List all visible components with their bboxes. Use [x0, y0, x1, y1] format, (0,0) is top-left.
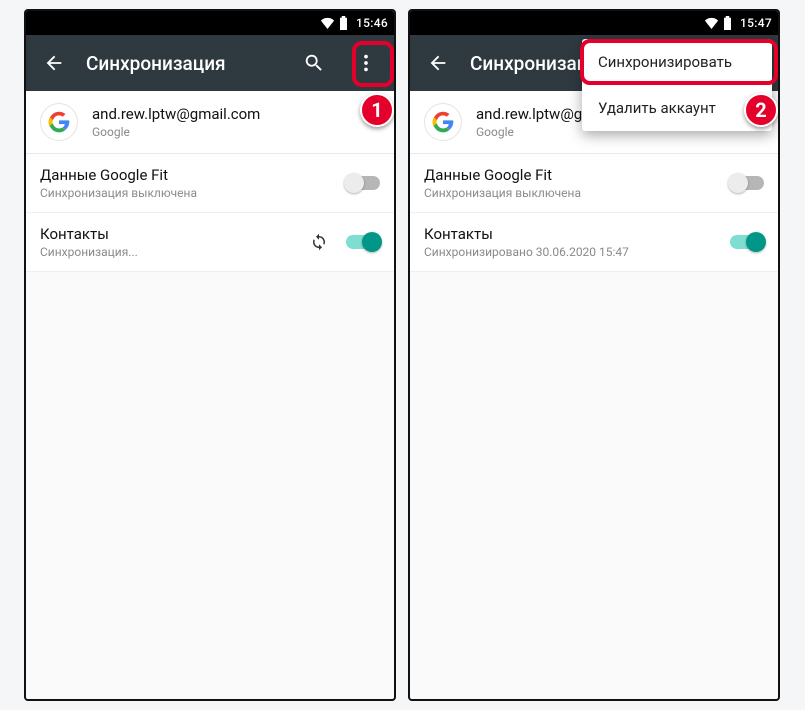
status-time: 15:47	[740, 16, 772, 30]
sync-item-title: Данные Google Fit	[40, 166, 336, 184]
sync-toggle[interactable]	[346, 235, 380, 249]
phone-screenshot-left: 15:46 Синхронизация and.rew.lptw@gmail.c…	[24, 9, 396, 701]
back-button[interactable]	[418, 43, 458, 83]
wifi-icon	[704, 17, 719, 29]
sync-item-sub: Синхронизация выключена	[40, 186, 336, 200]
sync-item-contacts[interactable]: Контакты Синхронизировано 30.06.2020 15:…	[410, 213, 778, 272]
sync-item-sub: Синхронизация выключена	[424, 186, 720, 200]
annotation-badge-2: 2	[744, 93, 778, 127]
status-time: 15:46	[356, 16, 388, 30]
sync-item-title: Контакты	[40, 225, 300, 243]
search-button[interactable]	[294, 43, 334, 83]
status-bar: 15:47	[410, 11, 778, 35]
annotation-badge-1: 1	[360, 93, 394, 127]
phone-screenshot-right: 15:47 Синхронизация and.rew.lptw@gmail.c…	[408, 9, 780, 701]
menu-item-sync-now[interactable]: Синхронизировать	[582, 39, 772, 85]
back-button[interactable]	[34, 43, 74, 83]
sync-in-progress-icon	[310, 233, 328, 251]
overflow-menu-button[interactable]	[346, 43, 386, 83]
google-logo-icon	[40, 103, 78, 141]
app-bar: Синхронизация	[26, 35, 394, 91]
sync-item-sub: Синхронизация...	[40, 245, 300, 259]
sync-toggle[interactable]	[346, 176, 380, 190]
overflow-popup-menu: Синхронизировать Удалить аккаунт	[582, 39, 772, 131]
sync-toggle[interactable]	[730, 176, 764, 190]
sync-item-sub: Синхронизировано 30.06.2020 15:47	[424, 245, 720, 259]
account-header[interactable]: and.rew.lptw@gmail.com Google	[26, 91, 394, 154]
sync-item-title: Данные Google Fit	[424, 166, 720, 184]
battery-icon	[723, 16, 732, 30]
account-email: and.rew.lptw@gmail.com	[92, 105, 260, 123]
sync-item-google-fit[interactable]: Данные Google Fit Синхронизация выключен…	[26, 154, 394, 213]
sync-item-title: Контакты	[424, 225, 720, 243]
account-provider: Google	[92, 125, 260, 139]
wifi-icon	[320, 17, 335, 29]
sync-item-contacts[interactable]: Контакты Синхронизация...	[26, 213, 394, 272]
google-logo-icon	[424, 103, 462, 141]
page-title: Синхронизация	[86, 52, 282, 75]
battery-icon	[339, 16, 348, 30]
status-bar: 15:46	[26, 11, 394, 35]
sync-item-google-fit[interactable]: Данные Google Fit Синхронизация выключен…	[410, 154, 778, 213]
sync-toggle[interactable]	[730, 235, 764, 249]
